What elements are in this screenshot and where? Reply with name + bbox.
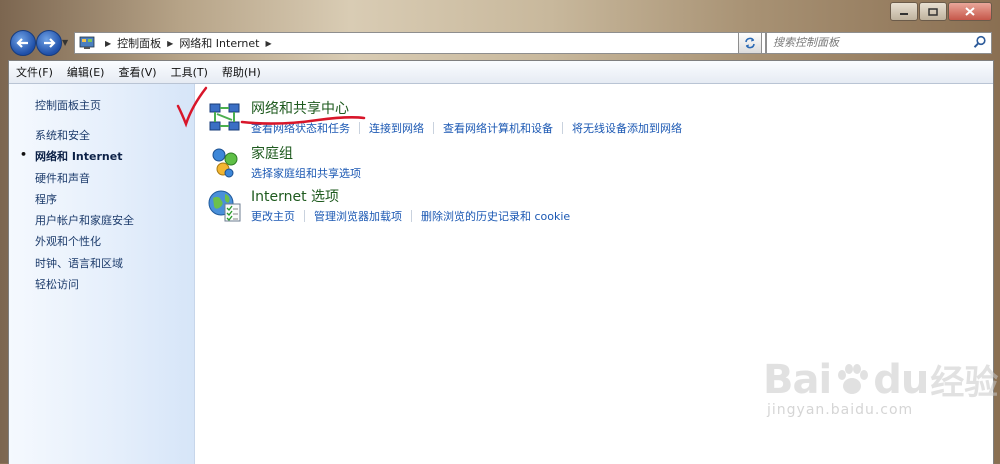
sidebar-item-ease-of-access[interactable]: 轻松访问 — [35, 276, 134, 297]
chevron-right-icon: ▶ — [265, 38, 272, 48]
sidebar-item-label: 硬件和声音 — [35, 171, 90, 185]
forward-button[interactable] — [36, 30, 62, 56]
maximize-button[interactable] — [919, 2, 947, 21]
sidebar-item-label: 系统和安全 — [35, 129, 90, 142]
link-divider — [304, 210, 305, 222]
refresh-button[interactable] — [738, 32, 762, 54]
arrow-right-icon — [44, 38, 56, 48]
sidebar-item-programs[interactable]: 程序 — [35, 191, 134, 212]
minimize-icon — [900, 12, 908, 15]
recent-pages-dropdown[interactable]: ▼ — [62, 38, 68, 47]
arrow-left-icon — [16, 38, 28, 48]
sidebar-item-user-accounts[interactable]: 用户帐户和家庭安全 — [35, 212, 134, 233]
link-change-homepage[interactable]: 更改主页 — [251, 208, 295, 224]
breadcrumb: ▶ 控制面板 ▶ 网络和 Internet ▶ — [99, 35, 278, 51]
menu-help[interactable]: 帮助(H) — [215, 64, 268, 80]
sidebar-item-network-internet[interactable]: • 网络和 Internet — [20, 148, 134, 169]
sidebar-item-label: 程序 — [35, 192, 57, 206]
sidebar-item-label: 外观和个性化 — [35, 235, 101, 249]
section-title-homegroup[interactable]: 家庭组 — [251, 143, 293, 163]
section-title-internet-options[interactable]: Internet 选项 — [251, 186, 339, 206]
sidebar-item-system-security[interactable]: 系统和安全 — [35, 127, 134, 148]
chevron-right-icon: ▶ — [167, 38, 174, 48]
window-controls — [889, 2, 992, 21]
search-icon[interactable] — [973, 35, 987, 49]
refresh-icon — [745, 37, 755, 49]
link-divider — [411, 210, 412, 222]
back-button[interactable] — [10, 30, 36, 56]
sidebar-item-label: 用户帐户和家庭安全 — [35, 214, 134, 228]
link-manage-addons[interactable]: 管理浏览器加载项 — [314, 208, 402, 224]
sidebar-item-clock-region[interactable]: 时钟、语言和区域 — [35, 255, 134, 276]
sidebar: 控制面板主页 系统和安全 • 网络和 Internet 硬件和声音 程序 用户帐户… — [9, 84, 195, 464]
sidebar-item-label: 时钟、语言和区域 — [35, 256, 123, 270]
internet-options-icon — [208, 190, 241, 222]
search-box — [766, 32, 992, 54]
link-delete-history[interactable]: 删除浏览的历史记录和 cookie — [421, 208, 570, 224]
breadcrumb-control-panel[interactable]: 控制面板 — [117, 35, 161, 51]
active-bullet-icon: • — [20, 148, 28, 162]
link-add-wireless-device[interactable]: 将无线设备添加到网络 — [572, 120, 682, 136]
minimize-button[interactable] — [890, 2, 918, 21]
watermark-url: jingyan.baidu.com — [767, 402, 914, 418]
sidebar-item-label: 网络和 Internet — [35, 150, 123, 164]
menu-tools[interactable]: 工具(T) — [164, 64, 215, 80]
close-button[interactable] — [948, 2, 992, 21]
link-connect-network[interactable]: 连接到网络 — [369, 120, 424, 136]
watermark-brand-left: Bai — [763, 356, 832, 403]
watermark-logo: Bai du 经验 — [763, 355, 998, 404]
menu-file[interactable]: 文件(F) — [9, 64, 60, 80]
sidebar-category-list: 系统和安全 • 网络和 Internet 硬件和声音 程序 用户帐户和家庭安全 外… — [20, 127, 134, 297]
red-checkmark-annotation — [176, 86, 208, 128]
menu-edit[interactable]: 编辑(E) — [60, 64, 112, 80]
sidebar-home-link[interactable]: 控制面板主页 — [35, 97, 101, 113]
section-links: 更改主页 管理浏览器加载项 删除浏览的历史记录和 cookie — [251, 208, 570, 224]
search-input[interactable] — [767, 33, 974, 51]
address-bar[interactable]: ▶ 控制面板 ▶ 网络和 Internet ▶ ▼ — [74, 32, 766, 54]
homegroup-icon — [212, 148, 238, 178]
menu-view[interactable]: 查看(V) — [111, 64, 163, 80]
sidebar-item-hardware-sound[interactable]: 硬件和声音 — [35, 170, 134, 191]
maximize-icon — [928, 7, 938, 16]
watermark-brand-right: du — [873, 356, 929, 403]
link-divider — [433, 122, 434, 134]
section-links: 选择家庭组和共享选项 — [251, 165, 361, 181]
close-icon — [965, 7, 975, 16]
sidebar-item-appearance[interactable]: 外观和个性化 — [35, 233, 134, 254]
menu-bar: 文件(F) 编辑(E) 查看(V) 工具(T) 帮助(H) — [9, 61, 993, 84]
chevron-right-icon: ▶ — [105, 38, 112, 48]
sidebar-item-label: 轻松访问 — [35, 278, 79, 292]
baidu-watermark: Bai du 经验 jingyan.baidu.com — [763, 355, 998, 419]
control-panel-icon — [79, 36, 95, 49]
watermark-brand-cn: 经验 — [930, 363, 999, 403]
navigation-bar: ▼ ▶ 控制面板 ▶ 网络和 Internet ▶ ▼ — [8, 30, 992, 56]
breadcrumb-network-internet[interactable]: 网络和 Internet — [179, 35, 259, 51]
red-underline-annotation — [240, 116, 366, 125]
link-divider — [562, 122, 563, 134]
paw-icon — [838, 363, 869, 394]
link-homegroup-options[interactable]: 选择家庭组和共享选项 — [251, 165, 361, 181]
link-view-network-computers[interactable]: 查看网络计算机和设备 — [443, 120, 553, 136]
